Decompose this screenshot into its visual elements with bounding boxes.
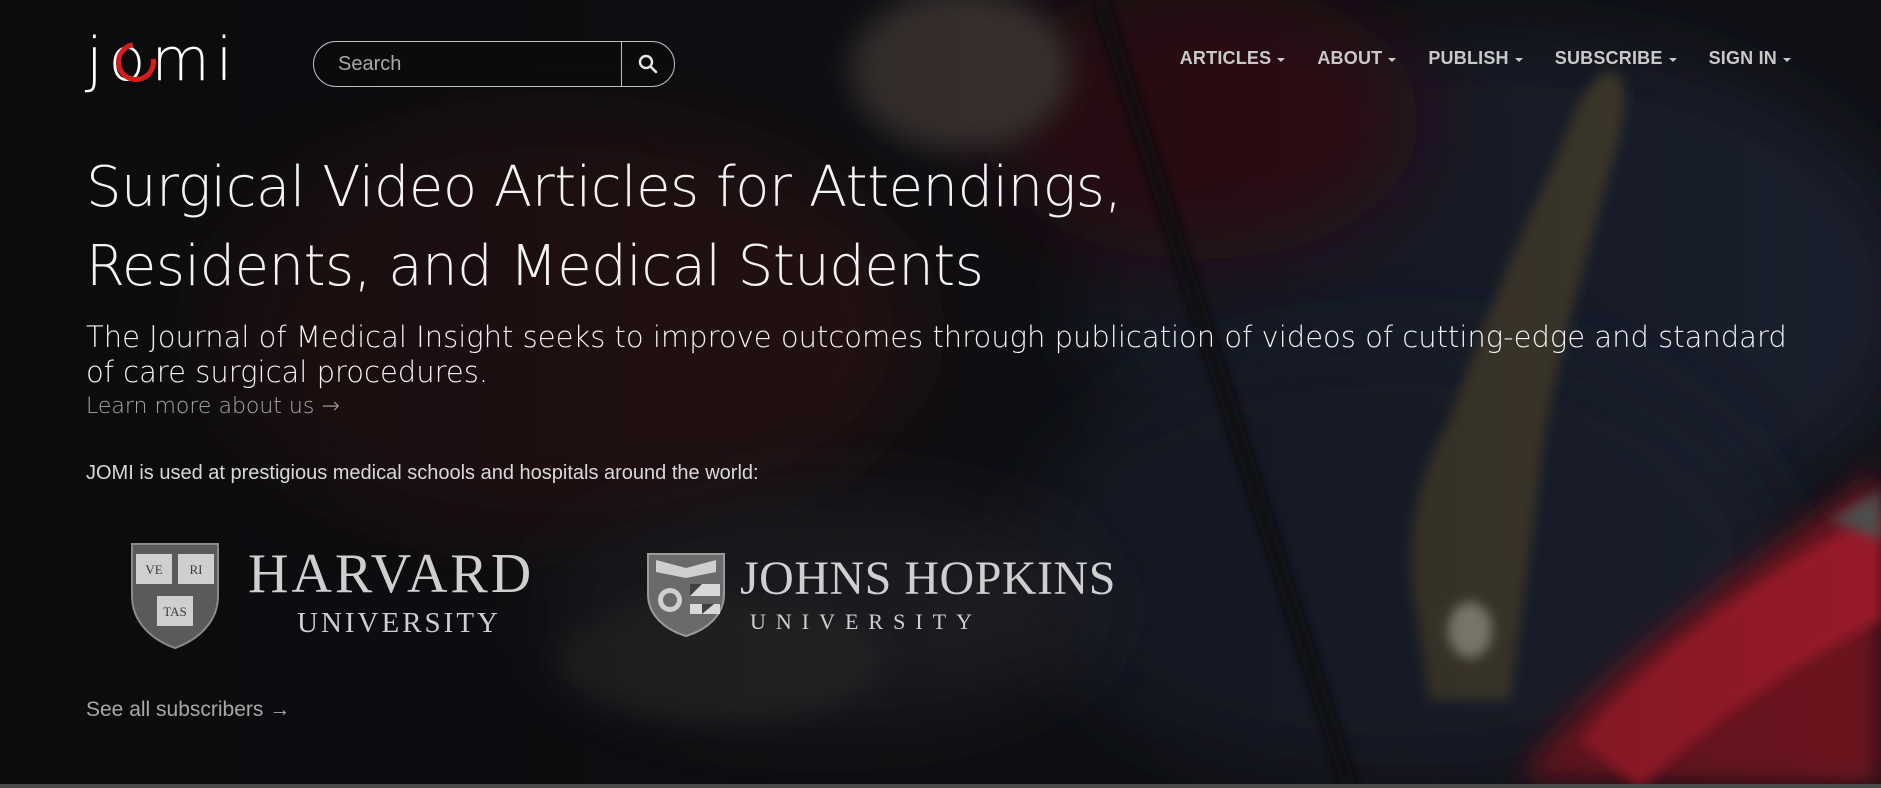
- nav-about-label: ABOUT: [1317, 48, 1383, 68]
- harvard-shield-icon: VE RI TAS: [131, 543, 219, 650]
- caret-down-icon: [1783, 57, 1791, 62]
- caret-down-icon: [1514, 57, 1523, 62]
- shield-text-tas: TAS: [163, 604, 187, 619]
- harvard-logo: VE RI TAS HARVARD UNIVERSITY: [128, 538, 568, 650]
- main-menu: ARTICLES ABOUT PUBLISH SUBSCRIBE SIGN IN: [1180, 48, 1791, 69]
- nav-sign-in[interactable]: SIGN IN: [1709, 48, 1791, 69]
- johns-hopkins-name: JOHNS HOPKINS: [740, 552, 1116, 605]
- search-input[interactable]: [314, 42, 621, 86]
- jomi-logo[interactable]: jomi: [86, 30, 266, 106]
- nav-articles-label: ARTICLES: [1179, 48, 1272, 68]
- nav-subscribe[interactable]: SUBSCRIBE: [1555, 48, 1677, 69]
- logo-text: jomi: [86, 25, 239, 95]
- johns-hopkins-shield-icon: [647, 553, 725, 638]
- harvard-name: HARVARD: [248, 543, 535, 605]
- top-nav-bar: jomi ARTICLES ABOUT PUBLISH SUBSCRIBE: [0, 0, 1881, 120]
- caret-down-icon: [1388, 57, 1397, 62]
- harvard-subtitle: UNIVERSITY: [297, 607, 501, 639]
- headline-line-1: Surgical Video Articles for Attendings,: [86, 155, 1122, 220]
- bottom-divider: [0, 784, 1881, 788]
- johns-hopkins-subtitle: UNIVERSITY: [750, 609, 982, 634]
- hero-tagline: The Journal of Medical Insight seeks to …: [86, 320, 1787, 389]
- nav-articles[interactable]: ARTICLES: [1180, 48, 1286, 69]
- caret-down-icon: [1277, 57, 1286, 62]
- see-all-subscribers-link[interactable]: See all subscribers →: [86, 698, 290, 722]
- nav-publish[interactable]: PUBLISH: [1428, 48, 1523, 69]
- search-box: [313, 41, 675, 87]
- shield-text-ri: RI: [190, 562, 203, 577]
- nav-sign-in-label: SIGN IN: [1708, 48, 1777, 68]
- nav-publish-label: PUBLISH: [1428, 48, 1509, 68]
- nav-about[interactable]: ABOUT: [1317, 48, 1397, 69]
- johns-hopkins-logo: JOHNS HOPKINS UNIVERSITY: [644, 550, 1116, 642]
- learn-more-link[interactable]: Learn more about us →: [86, 394, 340, 419]
- headline-line-2: Residents, and Medical Students: [86, 234, 984, 299]
- nav-subscribe-label: SUBSCRIBE: [1554, 48, 1663, 68]
- search-icon: [638, 54, 658, 74]
- hero-headline: Surgical Video Articles for Attendings, …: [86, 148, 1186, 306]
- caret-down-icon: [1668, 57, 1677, 62]
- institutions-intro: JOMI is used at prestigious medical scho…: [86, 462, 759, 484]
- search-button[interactable]: [621, 42, 674, 86]
- shield-text-ve: VE: [145, 562, 162, 577]
